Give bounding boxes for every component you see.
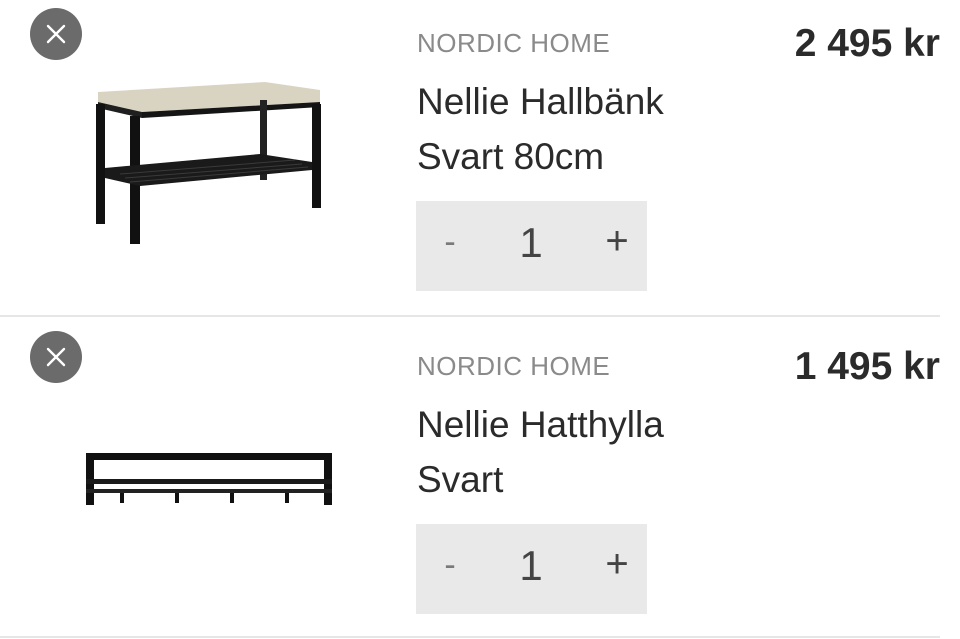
quantity-stepper: - 1 +: [416, 201, 647, 291]
bench-image[interactable]: [80, 70, 330, 250]
quantity-value: 1: [519, 219, 543, 266]
product-price: 1 495 kr: [794, 345, 940, 388]
product-name-line: Nellie Hallbänk: [417, 81, 664, 122]
close-icon: [46, 24, 66, 44]
increase-quantity-button[interactable]: +: [592, 219, 642, 264]
cart-item: NORDIC HOME Nellie Hallbänk Svart 80cm 2…: [0, 0, 960, 318]
increase-quantity-button[interactable]: +: [592, 542, 642, 587]
cart-item: NORDIC HOME Nellie Hatthylla Svart 1 495…: [0, 323, 960, 639]
product-name[interactable]: Nellie Hatthylla Svart: [417, 397, 747, 507]
remove-item-button[interactable]: [30, 331, 82, 383]
item-divider: [0, 636, 940, 638]
close-icon: [46, 347, 66, 367]
quantity-value: 1: [519, 542, 543, 589]
hat-shelf-image[interactable]: [80, 423, 340, 533]
quantity-stepper: - 1 +: [416, 524, 647, 614]
product-price: 2 495 kr: [794, 22, 940, 65]
item-divider: [0, 315, 940, 317]
decrease-quantity-button[interactable]: -: [430, 223, 470, 273]
product-name[interactable]: Nellie Hallbänk Svart 80cm: [417, 74, 747, 184]
product-name-line: Svart: [417, 459, 504, 500]
remove-item-button[interactable]: [30, 8, 82, 60]
product-brand: NORDIC HOME: [417, 28, 611, 58]
shopping-cart: NORDIC HOME Nellie Hallbänk Svart 80cm 2…: [0, 0, 960, 639]
product-name-line: Nellie Hatthylla: [417, 404, 664, 445]
product-name-line: Svart 80cm: [417, 136, 605, 177]
product-brand: NORDIC HOME: [417, 351, 611, 381]
decrease-quantity-button[interactable]: -: [430, 546, 470, 596]
